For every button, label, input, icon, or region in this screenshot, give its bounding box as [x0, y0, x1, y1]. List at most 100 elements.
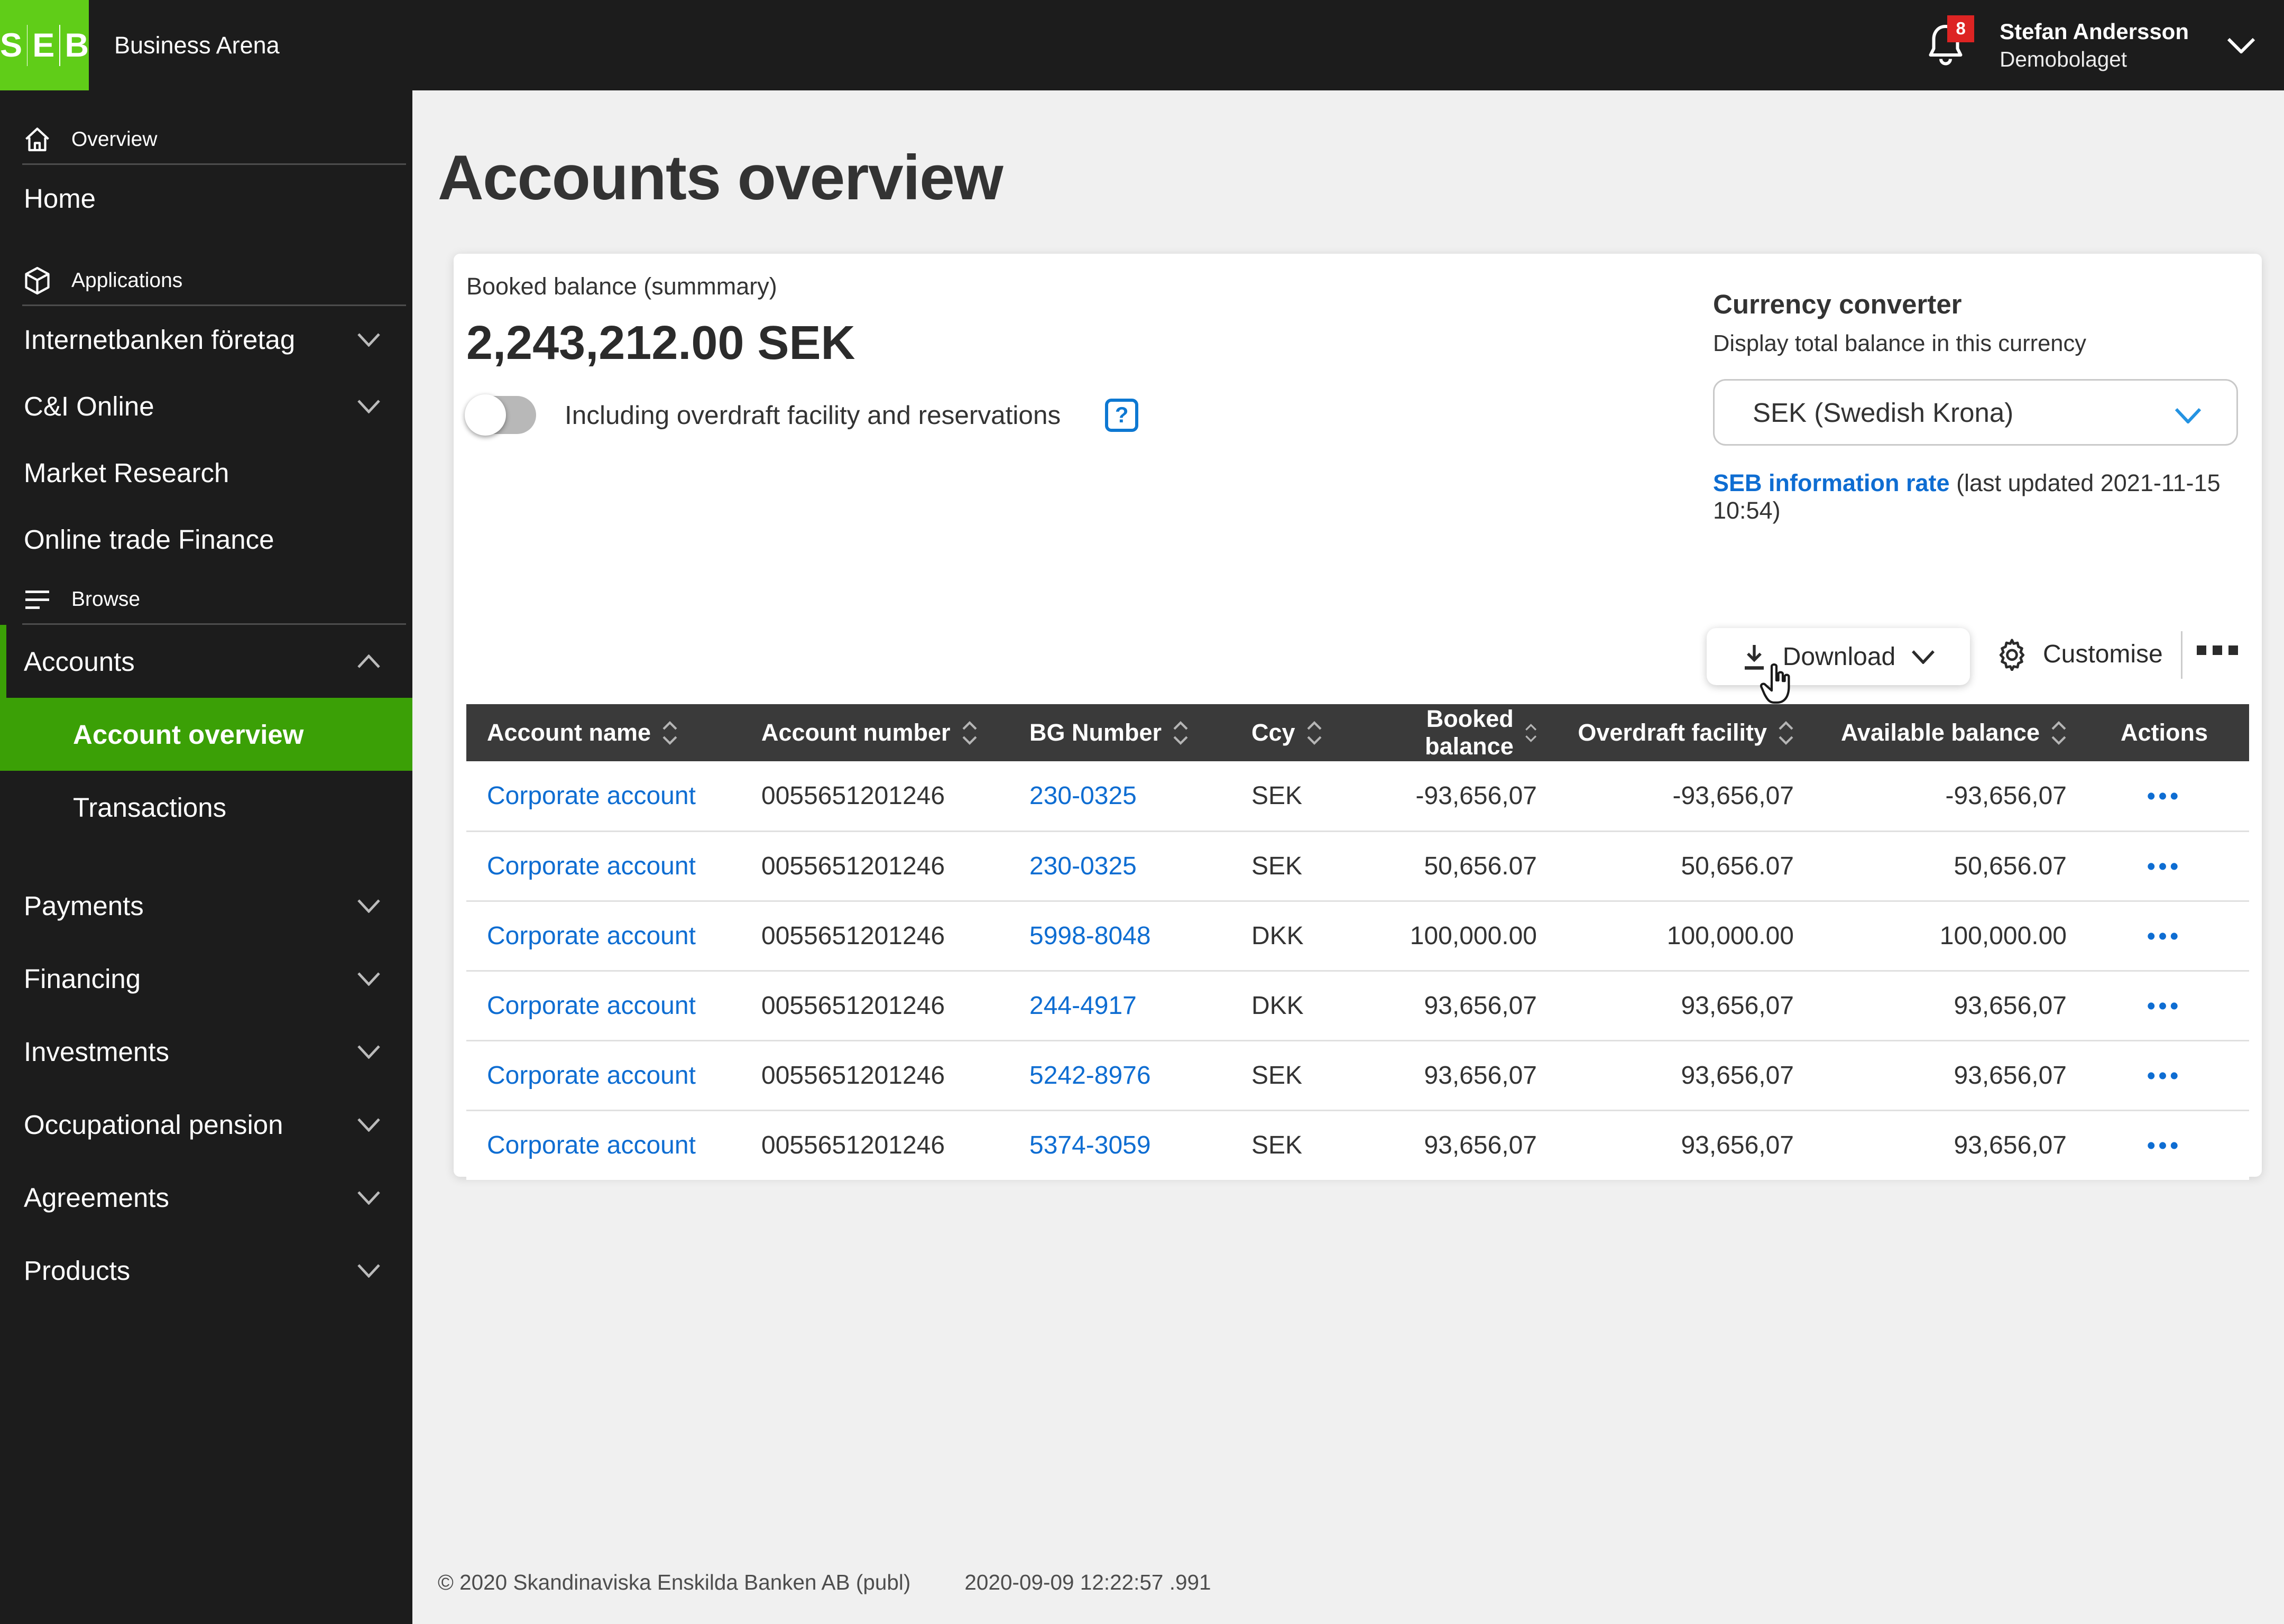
sidebar-item-online-trade-finance[interactable]: Online trade Finance: [0, 506, 412, 573]
notifications-button[interactable]: 8: [1927, 15, 1975, 69]
converter-title: Currency converter: [1713, 289, 1962, 319]
account-name-link[interactable]: Corporate account: [487, 852, 696, 880]
sidebar-item-occupational-pension[interactable]: Occupational pension: [0, 1088, 412, 1161]
account-name-link[interactable]: Corporate account: [487, 992, 696, 1020]
overdraft-facility-cell: 93,656,07: [1550, 970, 1807, 1040]
gear-icon: [1995, 638, 2029, 671]
bg-number-link[interactable]: 230-0325: [1029, 852, 1137, 880]
account-number-cell: 0055651201246: [741, 970, 1009, 1040]
seb-logo-letter: B: [65, 26, 89, 64]
mouse-hand-cursor: [1757, 663, 1795, 710]
sidebar-item-payments[interactable]: Payments: [0, 869, 412, 942]
sidebar-item-accounts[interactable]: Accounts: [0, 625, 412, 698]
currency-select-value: SEK (Swedish Krona): [1753, 397, 2014, 428]
ccy-cell: SEK: [1231, 761, 1351, 831]
sidebar-item-label: Investments: [24, 1036, 169, 1067]
account-number-cell: 0055651201246: [741, 900, 1009, 971]
sidebar-item-label: Market Research: [24, 457, 229, 488]
bg-number-link[interactable]: 230-0325: [1029, 782, 1137, 810]
account-name-link[interactable]: Corporate account: [487, 1062, 696, 1090]
chevron-down-icon: [357, 1118, 381, 1132]
seb-logo-bar: [59, 24, 60, 66]
column-header-bg-number[interactable]: BG Number: [1009, 704, 1231, 761]
column-header-available-balance[interactable]: Available balance: [1807, 704, 2079, 761]
sidebar-item-label: Accounts: [24, 646, 135, 677]
table-row: Corporate account 0055651201246 5242-897…: [466, 1039, 2249, 1110]
ccy-cell: SEK: [1231, 1039, 1351, 1110]
chevron-down-icon: [357, 399, 381, 413]
accounts-table: Account name Account number BG Number Cc…: [466, 704, 2249, 1180]
currency-select[interactable]: SEK (Swedish Krona): [1713, 379, 2238, 446]
column-header-ccy[interactable]: Ccy: [1231, 704, 1351, 761]
help-icon[interactable]: ?: [1105, 398, 1139, 432]
overdraft-facility-cell: -93,656,07: [1550, 761, 1807, 831]
sidebar-item-ci-online[interactable]: C&I Online: [0, 373, 412, 439]
row-actions-button[interactable]: •••: [2147, 1132, 2181, 1159]
chevron-down-icon: [357, 1263, 381, 1278]
bg-number-link[interactable]: 244-4917: [1029, 992, 1137, 1020]
download-button[interactable]: Download: [1707, 628, 1970, 685]
sidebar-item-agreements[interactable]: Agreements: [0, 1161, 412, 1234]
column-header-overdraft-facility[interactable]: Overdraft facility: [1550, 704, 1807, 761]
row-actions-button[interactable]: •••: [2147, 782, 2181, 809]
sidebar-section-label: Applications: [71, 269, 183, 292]
download-label: Download: [1782, 642, 1896, 671]
column-header-actions: Actions: [2079, 704, 2249, 761]
bg-number-link[interactable]: 5998-8048: [1029, 922, 1151, 950]
sidebar-section-overview[interactable]: Overview: [0, 116, 412, 163]
column-header-booked-balance[interactable]: Booked balance: [1351, 704, 1550, 761]
seb-logo[interactable]: SEB: [0, 0, 89, 90]
more-options-button[interactable]: [2197, 645, 2238, 655]
account-number-cell: 0055651201246: [741, 761, 1009, 831]
seb-information-rate-link[interactable]: SEB information rate: [1713, 469, 1950, 496]
account-name-link[interactable]: Corporate account: [487, 782, 696, 810]
row-actions-button[interactable]: •••: [2147, 992, 2181, 1019]
row-actions-button[interactable]: •••: [2147, 922, 2181, 949]
table-toolbar: Download Customise: [454, 628, 2262, 707]
available-balance-cell: 93,656,07: [1807, 970, 2079, 1040]
user-menu-chevron-down-icon[interactable]: [2227, 38, 2255, 53]
booked-balance-cell: 100,000.00: [1351, 900, 1550, 971]
sidebar-item-products[interactable]: Products: [0, 1234, 412, 1307]
available-balance-cell: 50,656.07: [1807, 830, 2079, 901]
sidebar-item-transactions[interactable]: Transactions: [0, 771, 412, 844]
booked-balance-cell: 93,656,07: [1351, 1109, 1550, 1180]
row-actions-button[interactable]: •••: [2147, 1062, 2181, 1089]
chevron-down-icon: [2175, 408, 2202, 423]
ccy-cell: SEK: [1231, 1109, 1351, 1180]
sidebar-item-label: Transactions: [73, 792, 227, 823]
sidebar-item-account-overview[interactable]: Account overview: [0, 698, 412, 771]
overdraft-toggle[interactable]: [465, 394, 536, 436]
bg-number-link[interactable]: 5242-8976: [1029, 1062, 1151, 1090]
sort-icon: [1779, 721, 1793, 745]
footer-timestamp: 2020-09-09 12:22:57 .991: [964, 1570, 1211, 1594]
sort-icon: [662, 721, 677, 745]
user-block[interactable]: Stefan Andersson Demobolaget: [2000, 17, 2189, 73]
sidebar-item-market-research[interactable]: Market Research: [0, 439, 412, 506]
chevron-down-icon: [357, 972, 381, 986]
app-root: SEB Business Arena 8 Stefan Andersson De…: [0, 0, 2284, 1624]
chevron-down-icon: [357, 1191, 381, 1205]
sort-icon: [1525, 723, 1536, 742]
sidebar-item-home[interactable]: Home: [0, 165, 412, 232]
sidebar-item-label: Home: [24, 183, 96, 214]
sidebar-item-label: Agreements: [24, 1182, 169, 1213]
sidebar-item-internetbanken[interactable]: Internetbanken företag: [0, 306, 412, 373]
column-header-account-name[interactable]: Account name: [466, 704, 741, 761]
column-header-account-number[interactable]: Account number: [741, 704, 1009, 761]
sort-icon: [2051, 721, 2066, 745]
sidebar-item-label: Online trade Finance: [24, 524, 274, 555]
bg-number-link[interactable]: 5374-3059: [1029, 1131, 1151, 1159]
row-actions-button[interactable]: •••: [2147, 853, 2181, 880]
sidebar-section-browse[interactable]: Browse: [0, 576, 412, 623]
page-title: Accounts overview: [438, 142, 1003, 213]
customise-button[interactable]: Customise: [1995, 638, 2163, 671]
account-name-link[interactable]: Corporate account: [487, 922, 696, 950]
sidebar-item-financing[interactable]: Financing: [0, 942, 412, 1015]
overdraft-facility-cell: 50,656.07: [1550, 830, 1807, 901]
sidebar-item-investments[interactable]: Investments: [0, 1015, 412, 1088]
sidebar-section-applications[interactable]: Applications: [0, 257, 412, 304]
table-row: Corporate account 0055651201246 230-0325…: [466, 830, 2249, 901]
account-name-link[interactable]: Corporate account: [487, 1131, 696, 1159]
toggle-label: Including overdraft facility and reserva…: [565, 400, 1061, 430]
